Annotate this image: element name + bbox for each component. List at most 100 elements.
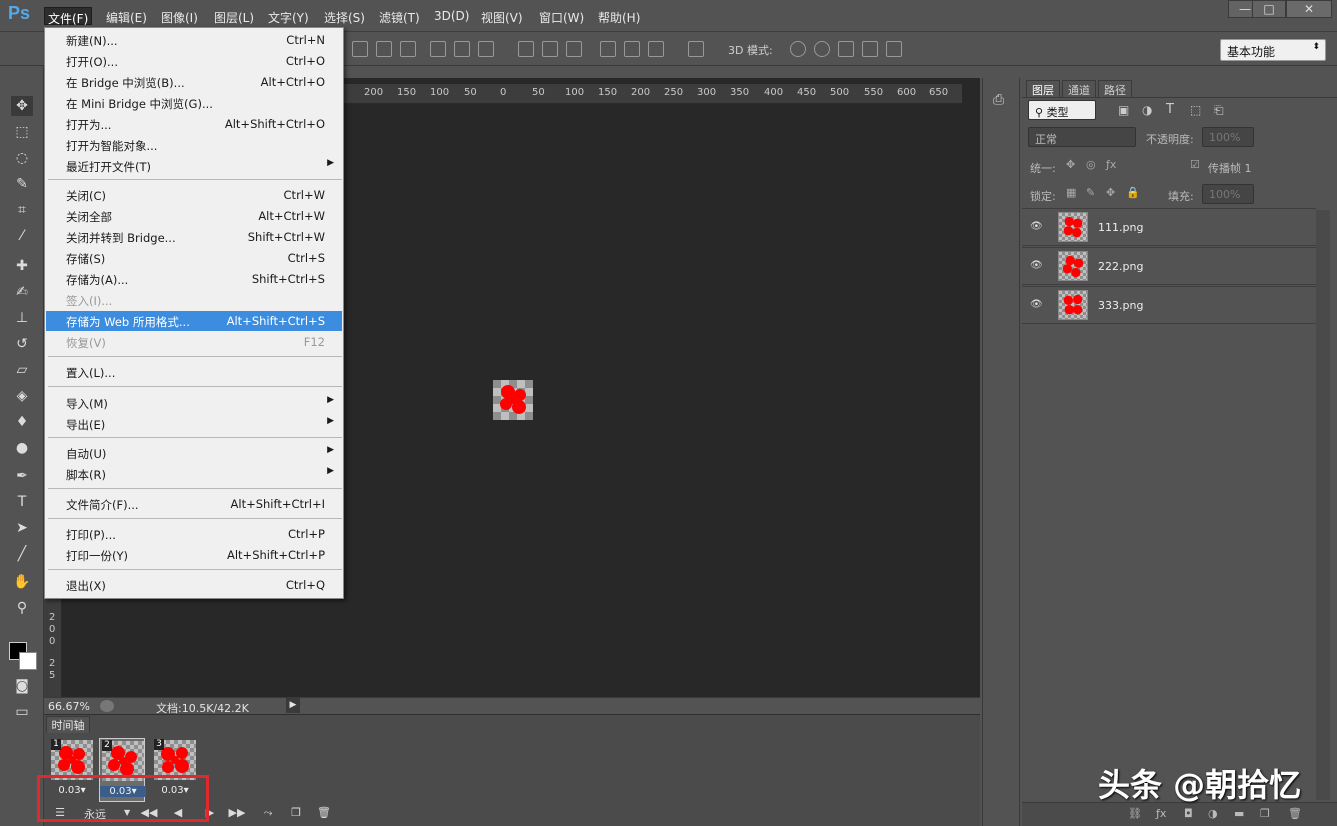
align-right-icon[interactable]: [478, 41, 494, 57]
pixel-filter-icon[interactable]: ▣: [1118, 103, 1129, 117]
distribute-left-icon[interactable]: [600, 41, 616, 57]
3d-scale-icon[interactable]: [886, 41, 902, 57]
crop-icon[interactable]: ⌗: [11, 200, 33, 220]
duplicate-frame-icon[interactable]: ❐: [288, 806, 304, 822]
lasso-icon[interactable]: ◌: [11, 148, 33, 168]
layer-row[interactable]: 👁 111.png: [1022, 208, 1316, 246]
tab-channels[interactable]: 通道: [1062, 80, 1096, 97]
menu-item-print[interactable]: 打印(P)... Ctrl+P: [46, 524, 342, 544]
menu-item-open[interactable]: 打开(O)... Ctrl+O: [46, 51, 342, 71]
blend-mode-select[interactable]: 正常: [1028, 127, 1136, 147]
previous-frame-icon[interactable]: ◀: [170, 806, 186, 822]
menu-item-print-one-copy[interactable]: 打印一份(Y) Alt+Shift+Ctrl+P: [46, 545, 342, 565]
fill-field[interactable]: 100%: [1202, 184, 1254, 204]
distribute-middle-icon[interactable]: [542, 41, 558, 57]
menu-item-open-as[interactable]: 打开为... Alt+Shift+Ctrl+O: [46, 114, 342, 134]
distribute-center-icon[interactable]: [624, 41, 640, 57]
menu-item-save-for-web[interactable]: 存储为 Web 所用格式... Alt+Shift+Ctrl+S: [46, 311, 342, 331]
unify-visibility-icon[interactable]: ◎: [1086, 158, 1096, 171]
marquee-icon[interactable]: ⬚: [11, 122, 33, 142]
menu-select[interactable]: 选择(S): [321, 7, 368, 25]
path-select-icon[interactable]: ➤: [11, 518, 33, 538]
menu-help[interactable]: 帮助(H): [595, 7, 643, 25]
line-icon[interactable]: ╱: [11, 544, 33, 564]
paint-bucket-icon[interactable]: ◈: [11, 386, 33, 406]
timeline-frame[interactable]: 1 0.03▾: [49, 738, 95, 802]
shape-filter-icon[interactable]: ⬚: [1190, 103, 1201, 117]
menu-item-exit[interactable]: 退出(X) Ctrl+Q: [46, 575, 342, 595]
brush-icon[interactable]: ✍: [11, 282, 33, 302]
menu-item-recent-files[interactable]: 最近打开文件(T) ▶: [46, 156, 342, 176]
background-color-swatch[interactable]: [19, 652, 37, 670]
frame-delay[interactable]: 0.03▾: [100, 786, 146, 797]
3d-pan-icon[interactable]: [838, 41, 854, 57]
type-icon[interactable]: T: [11, 492, 33, 512]
status-arrow-icon[interactable]: ▶: [286, 698, 300, 713]
workspace-select[interactable]: 基本功能 ⬍: [1220, 39, 1326, 61]
3d-slide-icon[interactable]: [862, 41, 878, 57]
new-layer-icon[interactable]: ❐: [1260, 807, 1270, 820]
type-filter-icon[interactable]: T: [1166, 102, 1174, 117]
convert-timeline-icon[interactable]: ☰: [52, 806, 68, 822]
menu-item-automate[interactable]: 自动(U) ▶: [46, 443, 342, 463]
menu-layer[interactable]: 图层(L): [211, 7, 257, 25]
menu-window[interactable]: 窗口(W): [536, 7, 587, 25]
pen-icon[interactable]: ✒: [11, 466, 33, 486]
align-bottom-icon[interactable]: [400, 41, 416, 57]
history-panel-icon[interactable]: ⎙: [993, 92, 1011, 110]
auto-align-icon[interactable]: [688, 41, 704, 57]
align-middle-icon[interactable]: [376, 41, 392, 57]
3d-roll-icon[interactable]: [814, 41, 830, 57]
maximize-button[interactable]: □: [1252, 0, 1286, 18]
zoom-icon[interactable]: ⚲: [11, 598, 33, 618]
timeline-tab[interactable]: 时间轴: [46, 716, 90, 733]
menu-file[interactable]: 文件(F): [44, 7, 93, 26]
layer-filter-select[interactable]: ⚲ 类型: [1028, 100, 1096, 120]
lock-transparent-icon[interactable]: ▦: [1066, 186, 1076, 199]
menu-item-export[interactable]: 导出(E) ▶: [46, 414, 342, 434]
play-icon[interactable]: ▶: [202, 806, 218, 822]
menu-item-close-all[interactable]: 关闭全部 Alt+Ctrl+W: [46, 206, 342, 226]
distribute-bottom-icon[interactable]: [566, 41, 582, 57]
checkbox-icon[interactable]: ☑: [1190, 158, 1200, 171]
close-button[interactable]: ✕: [1286, 0, 1332, 18]
layer-row[interactable]: 👁 222.png: [1022, 247, 1316, 285]
menu-edit[interactable]: 编辑(E): [103, 7, 150, 25]
unify-position-icon[interactable]: ✥: [1066, 158, 1075, 171]
delete-frame-icon[interactable]: 🗑: [316, 806, 332, 822]
menu-view[interactable]: 视图(V): [478, 7, 526, 25]
menu-item-save-as[interactable]: 存储为(A)... Shift+Ctrl+S: [46, 269, 342, 289]
tab-layers[interactable]: 图层: [1026, 80, 1060, 97]
zoom-level[interactable]: 66.67%: [48, 700, 90, 713]
menu-image[interactable]: 图像(I): [158, 7, 201, 25]
blur-icon[interactable]: ♦: [11, 412, 33, 432]
menu-item-file-info[interactable]: 文件简介(F)... Alt+Shift+Ctrl+I: [46, 494, 342, 514]
eye-icon[interactable]: 👁: [1030, 299, 1044, 311]
opacity-field[interactable]: 100%: [1202, 127, 1254, 147]
timeline-frame[interactable]: 3 0.03▾: [152, 738, 198, 802]
align-left-icon[interactable]: [430, 41, 446, 57]
eye-icon[interactable]: 👁: [1030, 221, 1044, 233]
frame-delay[interactable]: 0.03▾: [49, 785, 95, 796]
panel-scrollbar[interactable]: [1316, 210, 1330, 800]
menu-3d[interactable]: 3D(D): [431, 7, 472, 25]
timeline-frame-selected[interactable]: 2 0.03▾: [99, 738, 146, 802]
healing-icon[interactable]: ✚: [11, 256, 33, 276]
lock-all-icon[interactable]: 🔒: [1126, 186, 1140, 199]
eye-icon[interactable]: 👁: [1030, 260, 1044, 272]
menu-item-close[interactable]: 关闭(C) Ctrl+W: [46, 185, 342, 205]
mask-icon[interactable]: ◘: [1184, 807, 1193, 820]
folder-icon[interactable]: ▬: [1234, 807, 1244, 820]
quick-mask-icon[interactable]: ◙: [11, 676, 33, 696]
loop-select[interactable]: 永远 ▼: [84, 806, 134, 822]
menu-item-save[interactable]: 存储(S) Ctrl+S: [46, 248, 342, 268]
status-info-icon[interactable]: [100, 700, 114, 712]
stamp-icon[interactable]: ⊥: [11, 308, 33, 328]
hand-icon[interactable]: ✋: [11, 572, 33, 592]
frame-delay[interactable]: 0.03▾: [152, 785, 198, 796]
distribute-top-icon[interactable]: [518, 41, 534, 57]
next-frame-icon[interactable]: ▶▶: [228, 806, 246, 822]
menu-item-place[interactable]: 置入(L)...: [46, 362, 342, 382]
menu-item-browse-mini-bridge[interactable]: 在 Mini Bridge 中浏览(G)...: [46, 93, 342, 113]
distribute-right-icon[interactable]: [648, 41, 664, 57]
